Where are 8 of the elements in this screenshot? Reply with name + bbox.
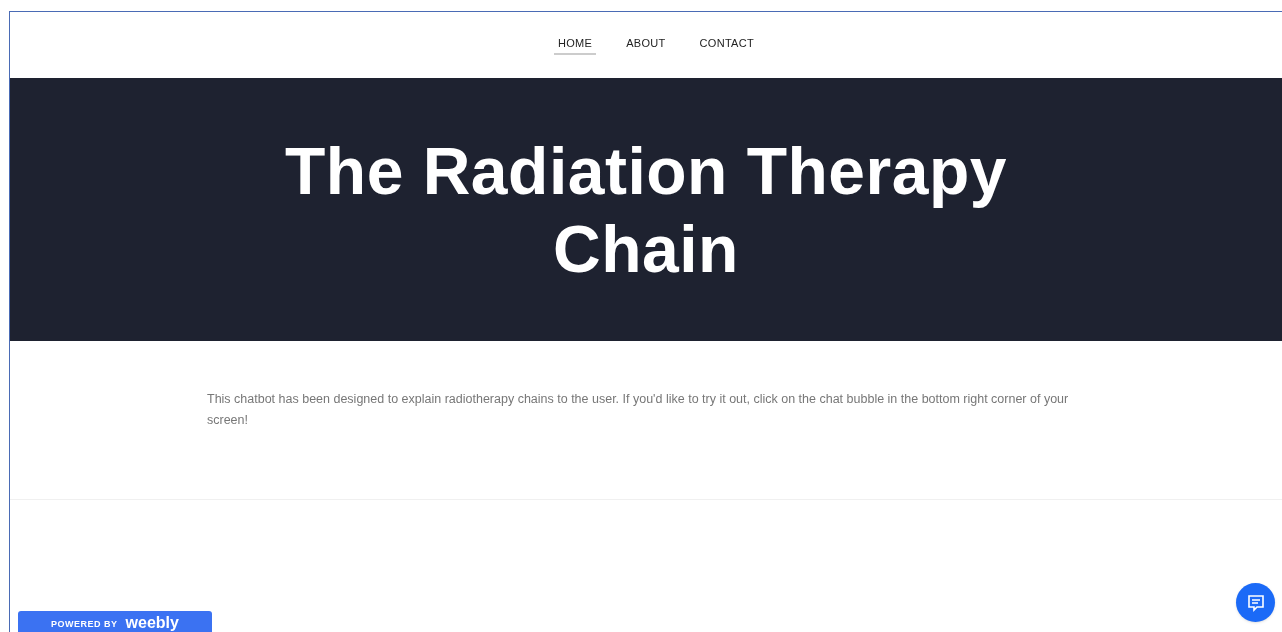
nav-link[interactable]: HOME bbox=[553, 35, 597, 55]
hero-title: The Radiation Therapy Chain bbox=[284, 132, 1008, 288]
chat-bubble-icon bbox=[1245, 592, 1266, 613]
intro-paragraph: This chatbot has been designed to explain radiotherapy chains to the user. If you'd like to try it out, click on the chat bubble in the bottom right corner of your screen! bbox=[207, 391, 1070, 429]
nav-link[interactable]: CONTACT bbox=[695, 35, 759, 55]
chat-button[interactable] bbox=[1236, 583, 1275, 622]
powered-by-badge[interactable]: POWERED BY weebly bbox=[18, 611, 212, 632]
nav-link[interactable]: ABOUT bbox=[622, 35, 670, 55]
